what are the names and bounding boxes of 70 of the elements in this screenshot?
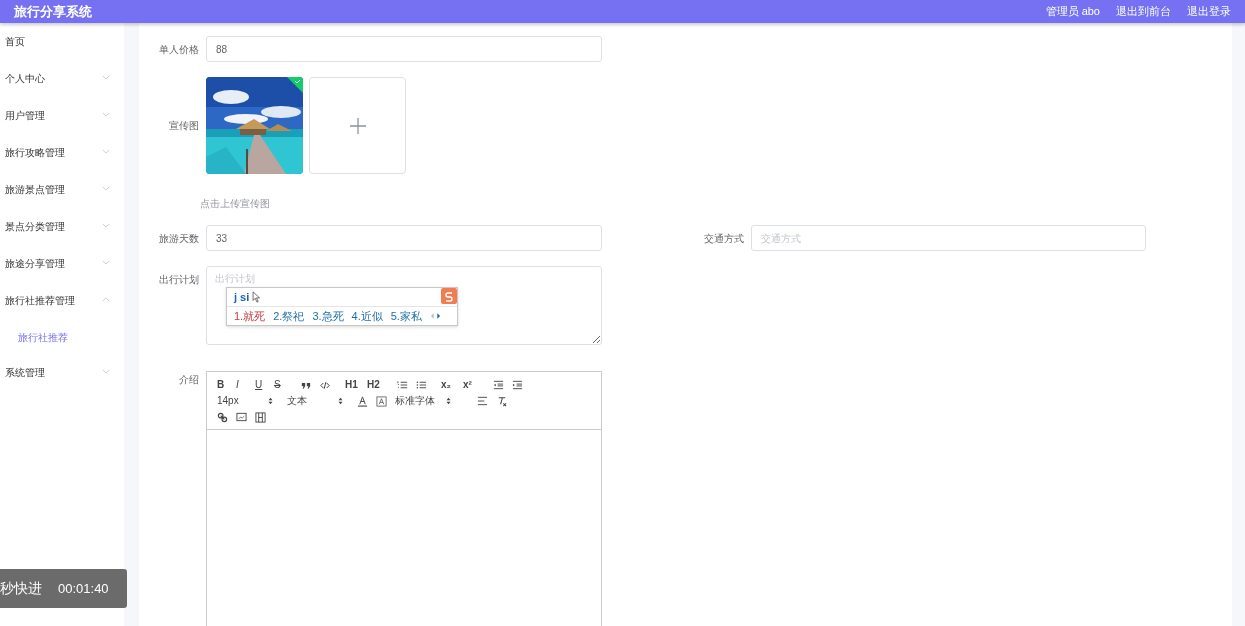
sidebar-item[interactable]: 旅途分享管理: [0, 257, 124, 294]
sidebar-item[interactable]: 旅游景点管理: [0, 183, 124, 220]
input-field[interactable]: 33: [206, 225, 602, 251]
success-check-icon: [287, 77, 303, 93]
indent-icon: [512, 380, 523, 390]
app-title: 旅行分享系统: [14, 2, 92, 21]
toolbar-button[interactable]: H2: [367, 378, 389, 392]
toolbar-dropdown[interactable]: 文本: [287, 394, 357, 408]
sidebar-item[interactable]: 旅行攻略管理: [0, 146, 124, 183]
field-label: 单人价格: [158, 42, 199, 57]
dropdown-arrows-icon: [268, 397, 273, 405]
sidebar-item[interactable]: 景点分类管理: [0, 220, 124, 257]
code-icon: [320, 380, 330, 390]
link-icon: [217, 411, 228, 423]
clear-format-icon: [496, 395, 507, 407]
highlight-icon: [376, 395, 387, 407]
numbered-list-icon: [397, 380, 408, 390]
toolbar-button[interactable]: U: [255, 378, 274, 392]
chevron-down-icon: [102, 112, 110, 117]
chevron-down-icon: [102, 149, 110, 154]
toolbar-button[interactable]: I: [236, 378, 255, 392]
sidebar-item[interactable]: 系统管理: [0, 366, 124, 403]
ime-candidate[interactable]: 1.就死: [234, 307, 266, 325]
sidebar-item[interactable]: 首页: [0, 35, 124, 72]
field-label: 宣传图: [168, 119, 199, 133]
ime-candidate[interactable]: 5.家私: [390, 307, 422, 325]
toolbar-button[interactable]: x²: [463, 378, 485, 392]
ime-composition: j si: [234, 289, 250, 305]
playback-time: 00:01:40: [58, 579, 109, 598]
ime-candidate[interactable]: 3.急死: [312, 307, 344, 325]
page-arrows-icon[interactable]: [429, 312, 441, 320]
chevron-up-icon: [102, 297, 110, 302]
toolbar-dropdown[interactable]: 14px: [217, 394, 287, 408]
toolbar-button[interactable]: S: [274, 378, 293, 392]
chevron-down-icon: [102, 186, 110, 191]
header-link[interactable]: 退出登录: [1187, 3, 1231, 20]
chevron-down-icon: [102, 223, 110, 228]
header-link[interactable]: 管理员 abo: [1045, 3, 1100, 20]
text-color-icon: [357, 395, 368, 407]
chevron-down-icon: [102, 75, 110, 80]
dropdown-arrows-icon: [338, 397, 343, 405]
plus-icon: [348, 116, 367, 135]
field-label: 介绍: [178, 373, 199, 387]
film-icon: [255, 411, 266, 423]
field-label: 旅游天数: [158, 231, 199, 246]
align-icon: [477, 396, 488, 406]
toolbar-button[interactable]: B: [217, 378, 236, 392]
header-link[interactable]: 退出到前台: [1116, 3, 1171, 20]
hint-text: 点击上传宣传图: [200, 198, 270, 210]
toolbar-button[interactable]: H1: [345, 378, 367, 392]
sidebar-subitem[interactable]: 旅行社推荐: [0, 331, 124, 366]
image-icon: [236, 412, 247, 422]
chevron-down-icon: [102, 369, 110, 374]
outdent-icon: [493, 380, 504, 390]
field-label: 交通方式: [703, 231, 744, 246]
cursor-icon: [252, 291, 262, 303]
quote-icon: [301, 380, 311, 390]
field-label: 出行计划: [158, 273, 199, 287]
ime-candidate[interactable]: 4.近似: [351, 307, 383, 325]
sidebar-item[interactable]: 旅行社推荐管理: [0, 294, 124, 331]
ime-candidate[interactable]: 2.祭祀: [273, 307, 305, 325]
toolbar-button[interactable]: x₂: [441, 378, 463, 392]
toolbar-dropdown[interactable]: 标准字体: [395, 394, 465, 408]
chevron-down-icon: [102, 260, 110, 265]
overlay-label: 秒快进: [0, 579, 42, 598]
sidebar-item[interactable]: 用户管理: [0, 109, 124, 146]
dropdown-arrows-icon: [446, 397, 451, 405]
input-field[interactable]: 88: [206, 36, 602, 62]
sidebar-item[interactable]: 个人中心: [0, 72, 124, 109]
bullet-list-icon: [416, 380, 427, 390]
